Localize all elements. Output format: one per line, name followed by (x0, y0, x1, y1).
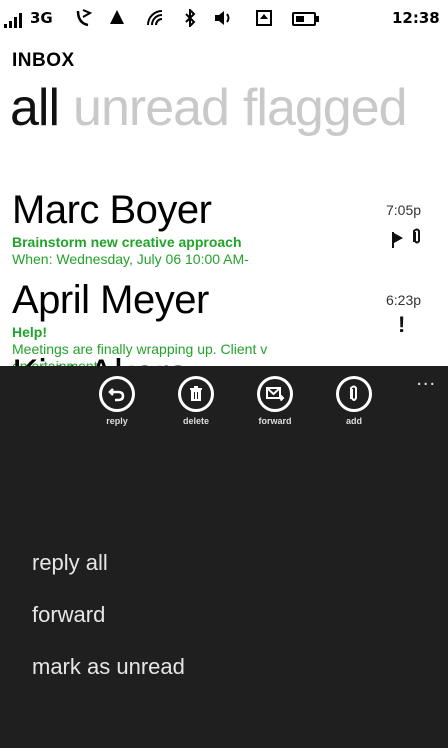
pivot-header: all unread flagged (10, 78, 421, 138)
call-forwarding-icon (76, 9, 93, 31)
message-indicators (392, 228, 422, 251)
pivot-all[interactable]: all (10, 79, 60, 137)
wifi-icon (146, 9, 164, 31)
exclamation-icon: ! (398, 312, 406, 337)
message-subject: Help! (12, 324, 47, 340)
app-bar-menu: reply all forward mark as unread (32, 546, 185, 702)
message-subject: Brainstorm new creative approach (12, 234, 242, 250)
battery-icon (292, 12, 319, 26)
message-preview: When: Wednesday, July 06 10:00 AM- (12, 251, 249, 267)
message-time: 7:05p (386, 202, 422, 218)
status-bar: 3G 12:38 (0, 0, 448, 36)
trash-icon (178, 376, 214, 412)
app-bar: ... reply delete forward add reply all f… (0, 366, 448, 748)
paperclip-icon (336, 376, 372, 412)
clock: 12:38 (392, 9, 440, 27)
menu-item-reply-all[interactable]: reply all (32, 546, 185, 580)
app-bar-buttons: reply delete forward add (92, 376, 379, 426)
message-time: 6:23p (386, 292, 422, 308)
message-indicators: ! (398, 312, 405, 338)
message-sender: April Meyer (12, 278, 209, 322)
section-title: INBOX (12, 50, 75, 71)
reply-icon (99, 376, 135, 412)
menu-item-forward[interactable]: forward (32, 598, 185, 632)
signal-bars-icon (4, 12, 22, 28)
add-label: add (345, 416, 362, 426)
flag-icon (392, 231, 406, 248)
sound-icon (214, 9, 234, 31)
add-button[interactable]: add (329, 376, 379, 426)
menu-item-mark-as-unread[interactable]: mark as unread (32, 650, 185, 684)
network-type: 3G (30, 9, 53, 27)
reply-button[interactable]: reply (92, 376, 142, 426)
delete-label: delete (182, 416, 209, 426)
more-options-icon[interactable]: ... (416, 368, 436, 391)
pivot-unread[interactable]: unread (73, 79, 230, 137)
bluetooth-icon (184, 7, 196, 31)
triangle-icon (110, 10, 124, 24)
message-sender: Marc Boyer (12, 188, 212, 232)
paperclip-icon (412, 228, 422, 251)
forward-button[interactable]: forward (250, 376, 300, 426)
pivot-flagged[interactable]: flagged (243, 79, 408, 137)
forward-mail-icon (257, 376, 293, 412)
sync-icon (256, 9, 272, 31)
reply-label: reply (106, 416, 128, 426)
forward-label: forward (258, 416, 292, 426)
delete-button[interactable]: delete (171, 376, 221, 426)
message-item[interactable]: Marc Boyer Brainstorm new creative appro… (12, 188, 448, 268)
